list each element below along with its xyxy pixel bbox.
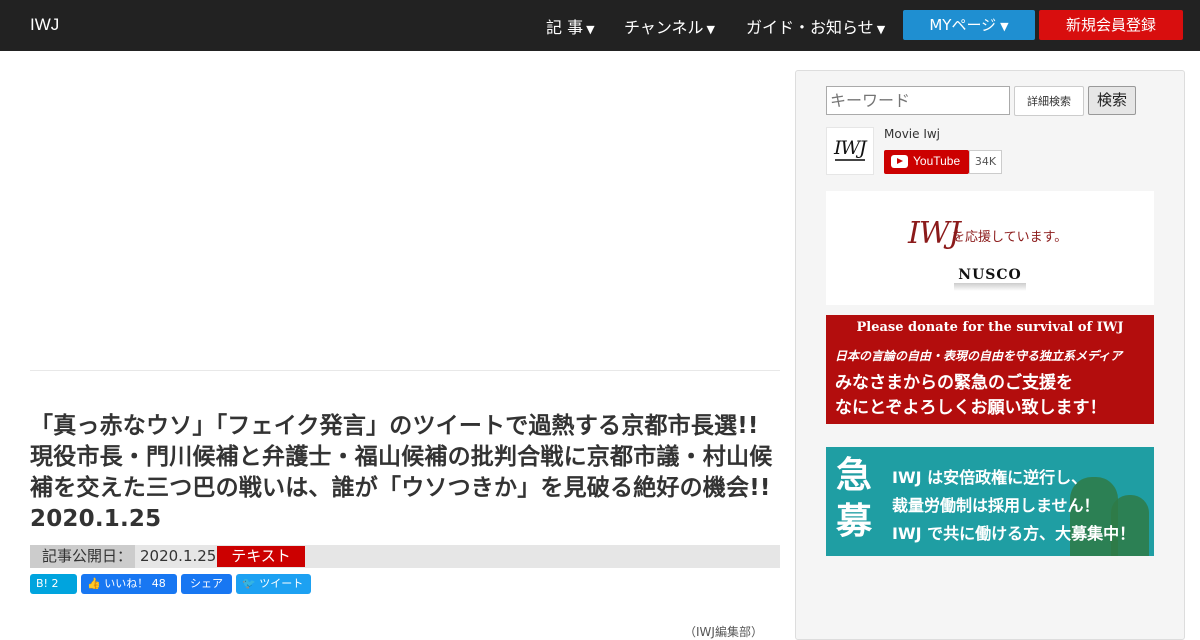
- register-button[interactable]: 新規会員登録: [1039, 10, 1183, 40]
- logo-underline: [835, 159, 865, 161]
- category-tag[interactable]: テキスト: [217, 546, 305, 567]
- urgent-recruit-text: 急募: [836, 455, 873, 542]
- youtube-play-icon: [891, 155, 908, 168]
- support-text: を応援しています。: [952, 230, 1068, 245]
- donate-line-2: 日本の言論の自由・表現の自由を守る独立系メディア: [835, 349, 1123, 363]
- channel-name[interactable]: Movie Iwj: [884, 127, 940, 141]
- nav-channels-label: チャンネル: [624, 18, 704, 37]
- nav-guide[interactable]: ガイド・お知らせ ▼: [746, 14, 885, 38]
- twitter-bird-icon: 🐦: [242, 577, 256, 590]
- tweet-button[interactable]: 🐦 ツイート: [236, 574, 311, 594]
- donate-line-4: なにとぞよろしくお願い致します！: [835, 398, 1107, 418]
- article-title: 「真っ赤なウソ」「フェイク発言」のツイートで過熱する京都市長選!! 現役市長・門…: [30, 413, 773, 532]
- keyword-search-input[interactable]: [826, 86, 1010, 115]
- caret-down-icon: ▼: [706, 23, 715, 36]
- recruit-line-1: IWJ は安倍政権に逆行し、: [892, 468, 1088, 487]
- article-byline: （IWJ編集部）: [684, 625, 763, 639]
- donate-line-1: Please donate for the survival of IWJ: [856, 320, 1124, 335]
- published-date: 2020.1.25: [140, 547, 217, 565]
- nusco-logo: NUSCO: [958, 267, 1022, 283]
- brand-logo[interactable]: IWJ: [30, 15, 59, 35]
- search-button[interactable]: 検索: [1088, 86, 1136, 115]
- caret-down-icon: ▼: [876, 23, 886, 36]
- recruit-line-2: 裁量労働制は採用しません！: [892, 496, 1100, 515]
- nav-articles-label: 記 事: [546, 18, 584, 37]
- top-navbar: IWJ 記 事 ▼ チャンネル ▼ ガイド・お知らせ ▼ MYページ ▼ 新規会員登録: [0, 0, 1200, 51]
- mypage-button[interactable]: MYページ ▼: [903, 10, 1035, 40]
- caret-down-icon: ▼: [586, 23, 595, 36]
- nav-articles[interactable]: 記 事 ▼: [546, 14, 595, 38]
- like-label: いいね！ 48: [104, 577, 166, 590]
- logo-reflection: [954, 283, 1026, 291]
- facebook-share-button[interactable]: シェア: [181, 574, 232, 594]
- recruit-line-3: IWJ で共に働ける方、大募集中！: [892, 524, 1136, 543]
- caret-down-icon: ▼: [1000, 20, 1009, 33]
- thumbs-up-icon: 👍: [87, 577, 101, 590]
- sponsor-banner-nusco[interactable]: IWJ を応援しています。 NUSCO: [826, 191, 1154, 305]
- channel-logo-text: IWJ: [834, 137, 867, 159]
- divider: [30, 370, 780, 371]
- facebook-like-button[interactable]: 👍 いいね！ 48: [81, 574, 177, 594]
- recruit-banner[interactable]: 急募 IWJ は安倍政権に逆行し、 裁量労働制は採用しません！ IWJ で共に働…: [826, 447, 1154, 556]
- published-label: 記事公開日：: [30, 545, 136, 568]
- donate-line-3: みなさまからの緊急のご支援を: [835, 373, 1073, 393]
- youtube-subscribe-button[interactable]: YouTube: [884, 150, 969, 174]
- donate-banner[interactable]: Please donate for the survival of IWJ 日本…: [826, 315, 1154, 424]
- urgent-recruit-heading: 急募: [836, 453, 876, 545]
- channel-avatar[interactable]: IWJ: [826, 127, 874, 175]
- subscriber-count: 34K: [969, 150, 1002, 174]
- mypage-label: MYページ: [929, 16, 997, 34]
- youtube-label: YouTube: [913, 154, 961, 168]
- nav-guide-label: ガイド・お知らせ: [746, 18, 874, 37]
- tweet-label: ツイート: [259, 577, 304, 590]
- advanced-search-button[interactable]: 詳細検索: [1014, 86, 1084, 116]
- nav-channels[interactable]: チャンネル ▼: [624, 14, 715, 38]
- hatena-bookmark-button[interactable]: B! 2: [30, 574, 77, 594]
- ad-space: [30, 70, 780, 370]
- article-meta: 記事公開日： 2020.1.25 テキスト: [30, 545, 780, 568]
